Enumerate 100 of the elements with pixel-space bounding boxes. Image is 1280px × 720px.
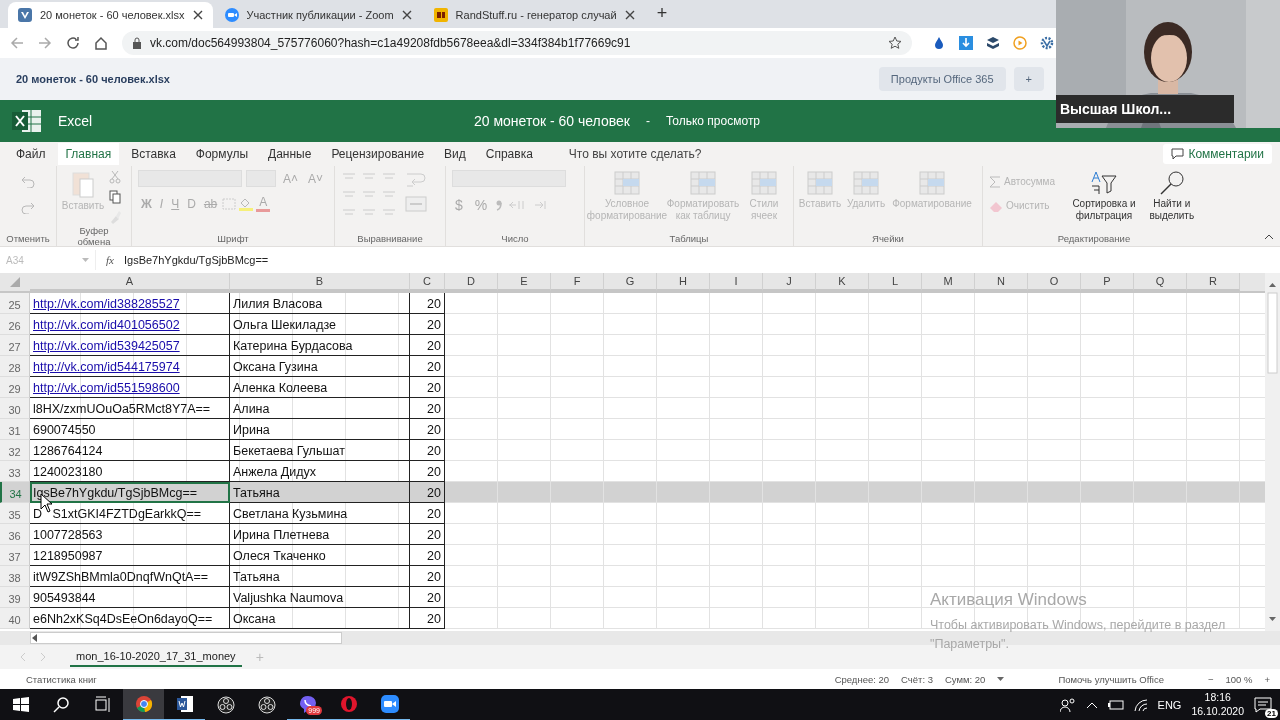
ribbon-button[interactable]: Сортировка и фильтрация [1069,170,1139,221]
row-header[interactable]: 29 [0,377,30,398]
table-cell: Ирина Плетнева [230,524,410,545]
language-indicator[interactable]: ENG [1157,699,1182,711]
row-header[interactable]: 27 [0,335,30,356]
link[interactable]: http://vk.com/id539425057 [30,335,230,356]
column-header[interactable]: C [410,273,445,291]
table-cell: Татьяна [230,566,410,587]
group-label: Шрифт [216,232,250,244]
ribbon-tab[interactable]: Данные [260,143,320,165]
sheet-tab[interactable]: mon_16-10-2020_17_31_money [70,647,242,667]
table-cell: 20 [410,503,445,524]
row-header[interactable]: 31 [0,419,30,440]
row-header[interactable]: 34 [0,482,30,503]
browser-tab[interactable]: Участник публикации - Zoom [214,2,422,28]
table-cell: 20 [410,482,445,503]
row-header[interactable]: 26 [0,314,30,335]
browser-tab[interactable]: 20 монеток - 60 человек.xlsx [8,2,213,28]
row-header[interactable]: 39 [0,587,30,608]
table-cell: Ольга Шекиладзе [230,314,410,335]
ribbon-tab[interactable]: Главная [57,143,120,165]
tell-me-field[interactable]: Что вы хотите сделать? [568,147,1164,161]
table-cell: 20 [410,566,445,587]
column-header[interactable]: K [816,273,869,291]
group-label: Выравнивание [356,232,424,244]
table-cell: 20 [410,440,445,461]
table-cell: 20 [410,524,445,545]
table-cell: 690074550 [30,419,230,440]
group-label: Отменить [6,232,50,244]
browser-tab[interactable]: RandStuff.ru - генератор случай [423,2,645,28]
row-header[interactable]: 33 [0,461,30,482]
activation-text: Чтобы активировать Windows, перейдите в раздел "Параметры". [930,617,1227,653]
column-header[interactable]: E [498,273,551,291]
feedback-link[interactable]: Помочь улучшить Office [1058,673,1164,685]
office-products-button[interactable]: Продукты Office 365 [878,67,1006,91]
ribbon-tab[interactable]: Рецензирование [323,143,433,165]
column-header[interactable]: D [445,273,498,291]
table-cell: itW9ZShBMmla0DnqfWnQtA== [30,566,230,587]
table-cell: Valjushka Naumova [230,587,410,608]
row-header[interactable]: 32 [0,440,30,461]
column-header[interactable]: O [1028,273,1081,291]
row-header[interactable]: 40 [0,608,30,629]
column-header[interactable]: H [657,273,710,291]
table-cell: Аленка Колеева [230,377,410,398]
column-header[interactable]: L [869,273,922,291]
column-header[interactable]: N [975,273,1028,291]
new-tab-button[interactable]: + [646,3,678,28]
add-button[interactable]: + [1013,67,1044,91]
link[interactable]: http://vk.com/id551598600 [30,377,230,398]
ribbon-tab[interactable]: Вставка [123,143,184,165]
ribbon-tab[interactable]: Вид [436,143,474,165]
function-label[interactable]: fx [106,254,114,266]
column-header[interactable]: M [922,273,975,291]
column-header[interactable]: R [1187,273,1240,291]
address-bar[interactable]: vk.com/doc564993804_575776060?hash=c1a49208fdb5678eea&dl=334f384b1f77669c91 [122,31,912,55]
table-cell: Олеся Ткаченко [230,545,410,566]
comments-button[interactable]: Комментарии [1163,144,1272,164]
ribbon-tab[interactable]: Формулы [187,143,257,165]
title-separator: - [645,114,650,128]
column-header[interactable]: B [230,273,410,291]
clock[interactable]: 18:16 16.10.2020 [1191,691,1244,719]
row-header[interactable]: 28 [0,356,30,377]
row-header[interactable]: 37 [0,545,30,566]
table-cell: Оксана [230,608,410,629]
row-header[interactable]: 36 [0,524,30,545]
table-cell: 20 [410,398,445,419]
table-cell: 20 [410,356,445,377]
zoom-level[interactable]: 100 % [1225,673,1253,685]
column-header[interactable]: Q [1134,273,1187,291]
formula-field[interactable]: IgsBe7hYgkdu/TgSjbBMcg== [123,254,269,266]
column-header[interactable]: G [604,273,657,291]
table-cell: 1286764124 [30,440,230,461]
table-cell: 905493844 [30,587,230,608]
zoom-in-button[interactable]: + [1264,673,1270,685]
average-value: Среднее: 20 [834,673,890,685]
table-cell: Катерина Бурдасова [230,335,410,356]
link[interactable]: http://vk.com/id388285527 [30,293,230,314]
table-cell: Ирина [230,419,410,440]
link[interactable]: http://vk.com/id401056502 [30,314,230,335]
workbook-title: 20 монеток - 60 человек [474,113,630,129]
group-label: Буфер обмена [76,224,112,247]
table-cell: 20 [410,545,445,566]
row-header[interactable]: 30 [0,398,30,419]
group-label: Редактирование [1056,232,1132,244]
zoom-out-button[interactable]: − [1207,673,1214,685]
row-header[interactable]: 35 [0,503,30,524]
count-value: Счёт: 3 [901,673,933,685]
column-header[interactable]: A [30,273,230,291]
link[interactable]: http://vk.com/id544175974 [30,356,230,377]
row-header[interactable]: 38 [0,566,30,587]
column-header[interactable]: J [763,273,816,291]
ribbon-tab[interactable]: Файл [8,143,54,165]
column-header[interactable]: F [551,273,604,291]
activation-title: Активация Windows [930,590,1088,610]
ribbon-button[interactable]: Найти и выделить [1144,170,1199,221]
column-header[interactable]: I [710,273,763,291]
row-header[interactable]: 25 [0,293,30,314]
group-label: Число [500,232,530,244]
column-header[interactable]: P [1081,273,1134,291]
ribbon-tab[interactable]: Справка [477,143,541,165]
